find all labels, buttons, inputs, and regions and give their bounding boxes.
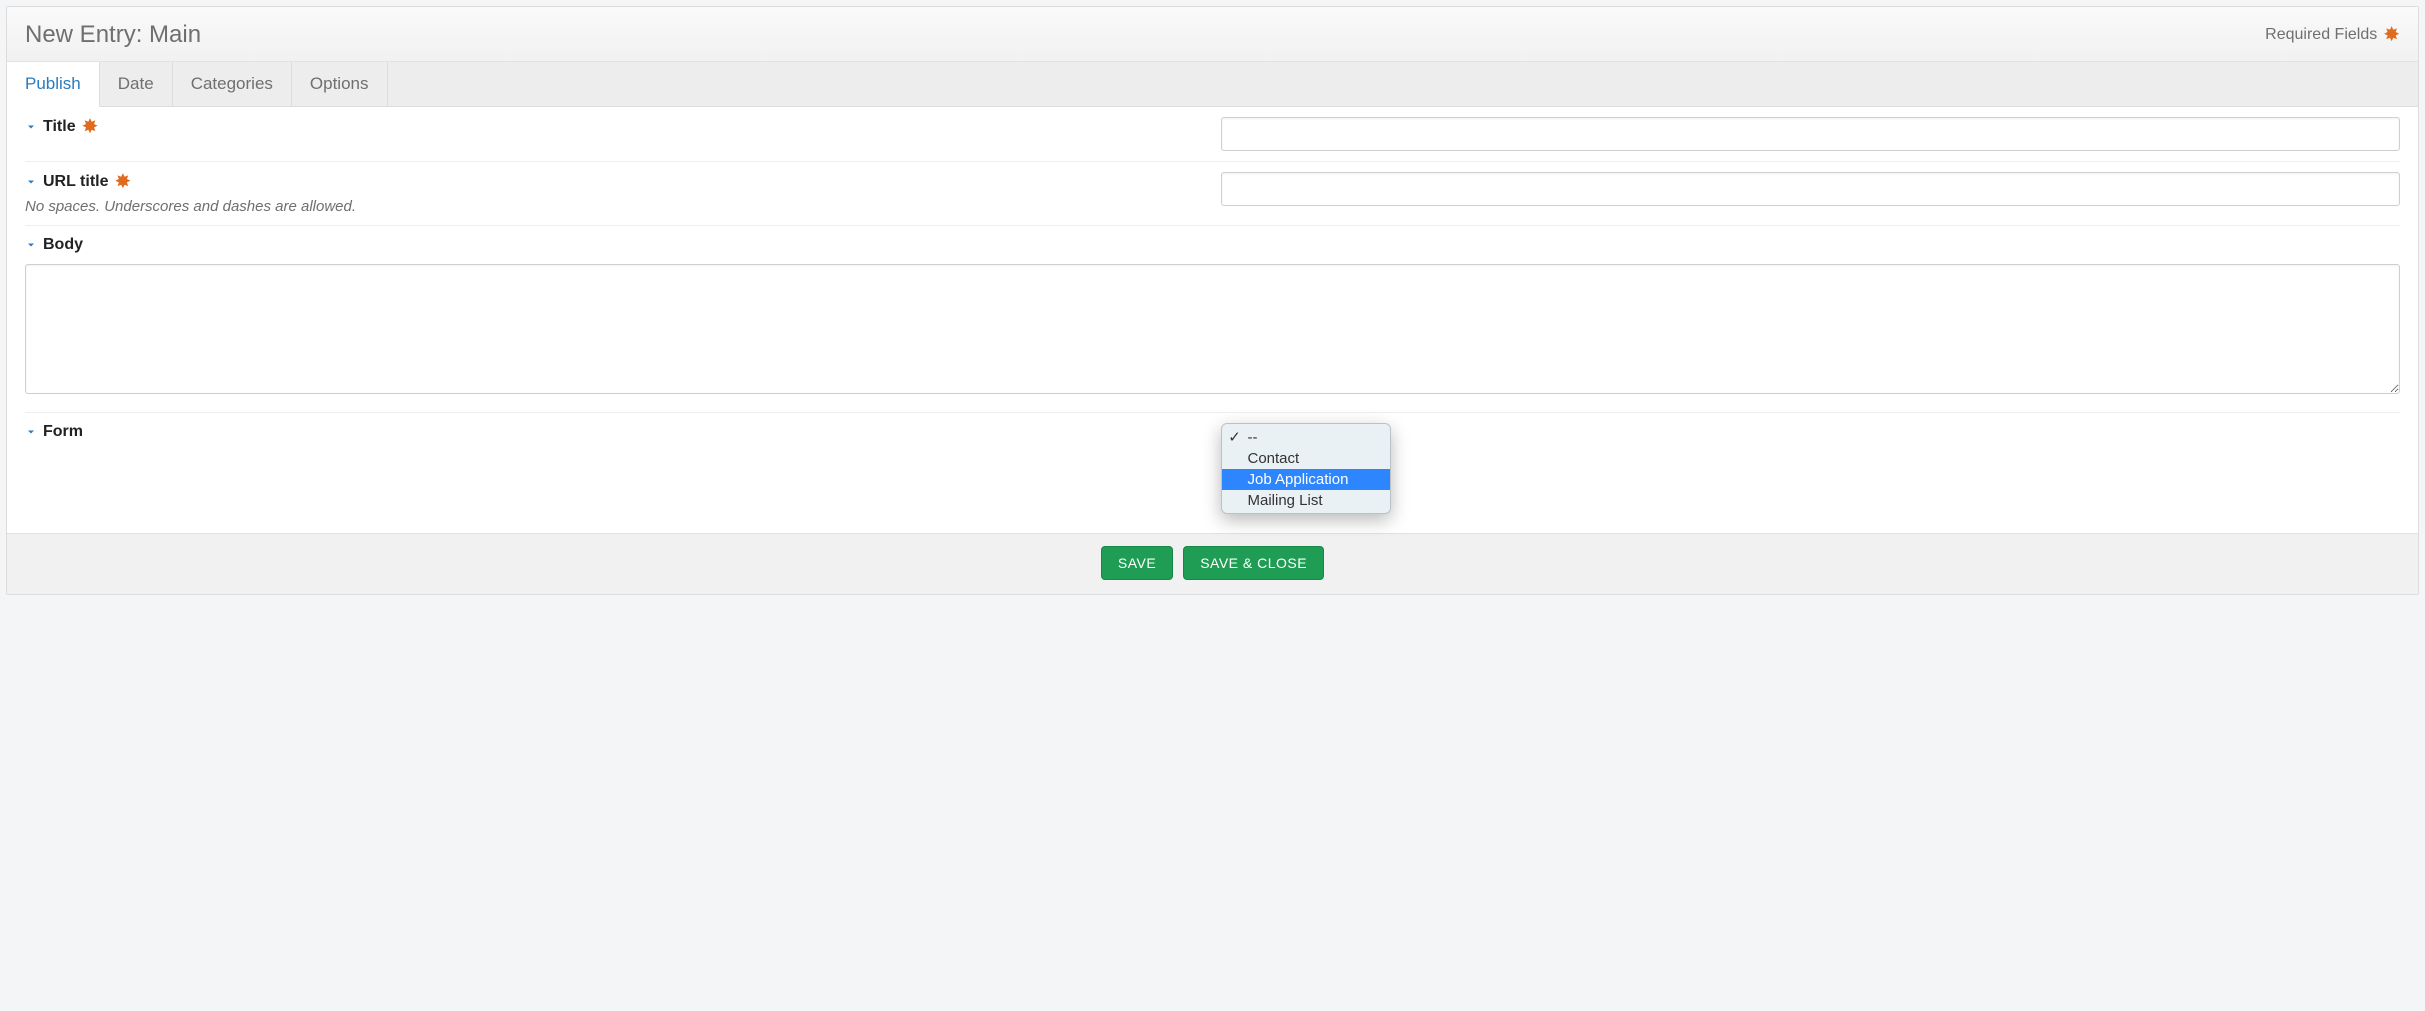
- tabs: Publish Date Categories Options: [7, 62, 2418, 107]
- asterisk-icon: ✸: [82, 117, 99, 137]
- check-icon: ✓: [1228, 428, 1242, 446]
- asterisk-icon: ✸: [2383, 25, 2400, 45]
- field-form: Form ✓ -- Contact: [25, 413, 2400, 529]
- form-label: Form: [43, 423, 83, 441]
- chevron-down-icon[interactable]: [25, 176, 37, 188]
- tab-categories[interactable]: Categories: [173, 62, 292, 106]
- body-textarea[interactable]: [25, 264, 2400, 394]
- chevron-down-icon[interactable]: [25, 426, 37, 438]
- save-close-button[interactable]: SAVE & CLOSE: [1183, 546, 1324, 580]
- asterisk-icon: ✸: [114, 172, 131, 192]
- panel-header: New Entry: Main Required Fields ✸: [7, 7, 2418, 62]
- form-select[interactable]: ✓ -- Contact Job Application: [1221, 423, 2401, 519]
- body-label: Body: [43, 236, 83, 254]
- chevron-down-icon[interactable]: [25, 239, 37, 251]
- chevron-down-icon[interactable]: [25, 121, 37, 133]
- entry-panel: New Entry: Main Required Fields ✸ Publis…: [6, 6, 2419, 595]
- url-title-help: No spaces. Underscores and dashes are al…: [25, 198, 1213, 215]
- form-dropdown: ✓ -- Contact Job Application: [1221, 423, 1391, 514]
- panel-footer: SAVE SAVE & CLOSE: [7, 533, 2418, 594]
- field-url-title: URL title ✸ No spaces. Underscores and d…: [25, 162, 2400, 226]
- field-body: Body: [25, 226, 2400, 413]
- form-option-mailing-list[interactable]: Mailing List: [1222, 490, 1390, 511]
- tab-options[interactable]: Options: [292, 62, 388, 106]
- publish-form: Title ✸ URL title ✸: [7, 107, 2418, 533]
- url-title-label: URL title: [43, 173, 108, 191]
- title-label: Title: [43, 118, 76, 136]
- save-button[interactable]: SAVE: [1101, 546, 1173, 580]
- form-option-none[interactable]: ✓ --: [1222, 426, 1390, 448]
- page-title: New Entry: Main: [25, 21, 201, 49]
- tab-publish[interactable]: Publish: [7, 62, 100, 107]
- title-input[interactable]: [1221, 117, 2401, 151]
- form-option-job-application[interactable]: Job Application: [1222, 469, 1390, 490]
- required-fields-label: Required Fields ✸: [2265, 25, 2400, 45]
- tab-date[interactable]: Date: [100, 62, 173, 106]
- field-title: Title ✸: [25, 107, 2400, 162]
- url-title-input[interactable]: [1221, 172, 2401, 206]
- form-option-contact[interactable]: Contact: [1222, 448, 1390, 469]
